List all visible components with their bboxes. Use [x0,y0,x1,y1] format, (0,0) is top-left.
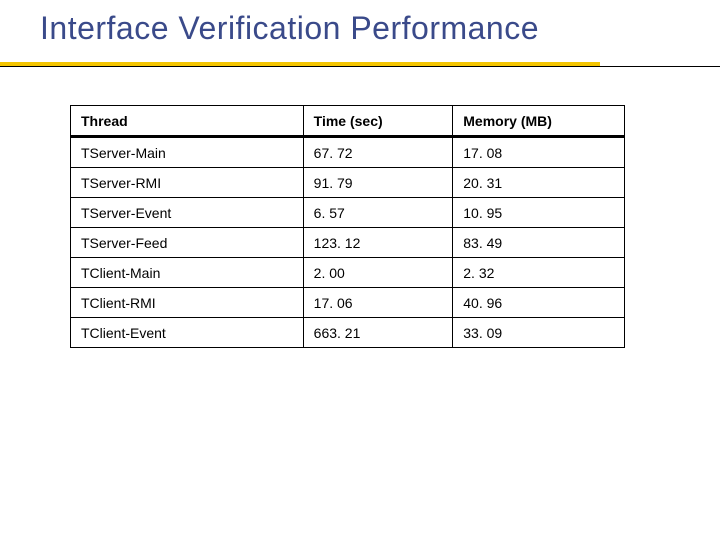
cell-memory: 83. 49 [453,228,625,258]
cell-thread: TServer-RMI [71,168,304,198]
cell-thread: TClient-RMI [71,288,304,318]
table-header-row: Thread Time (sec) Memory (MB) [71,106,625,137]
cell-memory: 10. 95 [453,198,625,228]
cell-thread: TClient-Event [71,318,304,348]
cell-memory: 2. 32 [453,258,625,288]
slide: Interface Verification Performance Threa… [0,0,720,540]
cell-time: 17. 06 [303,288,453,318]
table-row: TServer-Event 6. 57 10. 95 [71,198,625,228]
col-header-time: Time (sec) [303,106,453,137]
table-row: TServer-Main 67. 72 17. 08 [71,137,625,168]
cell-memory: 20. 31 [453,168,625,198]
cell-time: 67. 72 [303,137,453,168]
table-row: TClient-Event 663. 21 33. 09 [71,318,625,348]
col-header-thread: Thread [71,106,304,137]
table-row: TClient-RMI 17. 06 40. 96 [71,288,625,318]
table-row: TClient-Main 2. 00 2. 32 [71,258,625,288]
cell-thread: TServer-Main [71,137,304,168]
title-rule [0,66,720,67]
cell-memory: 17. 08 [453,137,625,168]
table-row: TServer-Feed 123. 12 83. 49 [71,228,625,258]
cell-time: 6. 57 [303,198,453,228]
cell-time: 663. 21 [303,318,453,348]
cell-time: 91. 79 [303,168,453,198]
cell-memory: 40. 96 [453,288,625,318]
cell-thread: TServer-Feed [71,228,304,258]
cell-thread: TServer-Event [71,198,304,228]
performance-table: Thread Time (sec) Memory (MB) TServer-Ma… [70,105,625,348]
cell-thread: TClient-Main [71,258,304,288]
cell-time: 2. 00 [303,258,453,288]
table-row: TServer-RMI 91. 79 20. 31 [71,168,625,198]
performance-table-wrap: Thread Time (sec) Memory (MB) TServer-Ma… [70,105,625,348]
page-title: Interface Verification Performance [40,10,539,47]
col-header-memory: Memory (MB) [453,106,625,137]
cell-memory: 33. 09 [453,318,625,348]
cell-time: 123. 12 [303,228,453,258]
